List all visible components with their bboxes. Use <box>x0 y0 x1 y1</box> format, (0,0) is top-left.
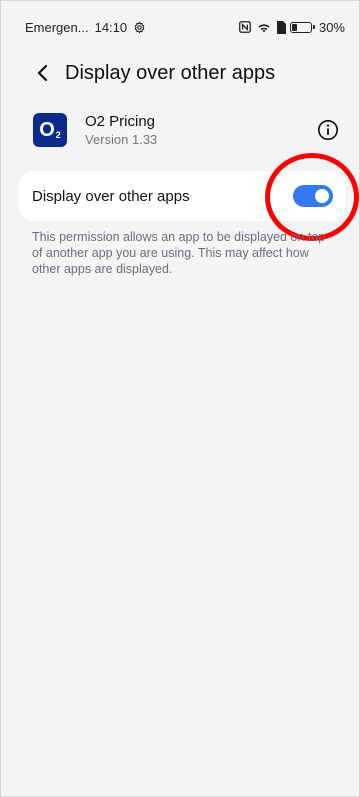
app-info-row: O2 O2 Pricing Version 1.33 <box>33 107 339 153</box>
page-title: Display over other apps <box>65 61 276 84</box>
battery-icon <box>289 21 315 33</box>
nfc-icon <box>238 20 252 34</box>
display-over-apps-setting[interactable]: Display over other apps <box>19 171 345 221</box>
toggle-knob <box>315 189 329 203</box>
info-icon <box>318 120 338 140</box>
carrier-label: Emergen... <box>25 19 89 35</box>
permission-description: This permission allows an app to be disp… <box>32 230 326 276</box>
back-button[interactable] <box>31 61 55 85</box>
display-over-apps-toggle[interactable] <box>293 185 333 207</box>
app-icon: O2 <box>33 113 67 147</box>
setting-label: Display over other apps <box>32 187 190 205</box>
chevron-left-icon <box>37 64 48 82</box>
app-info-button[interactable] <box>317 119 339 141</box>
time-label: 14:10 <box>94 19 128 35</box>
app-version: Version 1.33 <box>85 132 158 147</box>
sim-icon <box>276 20 286 34</box>
battery-percent: 30% <box>318 19 345 35</box>
settings-gear-icon <box>133 20 146 34</box>
app-icon-letter: O <box>39 118 55 141</box>
app-name: O2 Pricing <box>85 113 156 130</box>
battery-level <box>291 23 297 31</box>
app-icon-subscript: 2 <box>55 130 61 140</box>
wifi-icon <box>256 21 272 34</box>
page-header: Display over other apps <box>1 53 359 93</box>
status-bar: Emergen... 14:10 30% <box>1 1 359 53</box>
